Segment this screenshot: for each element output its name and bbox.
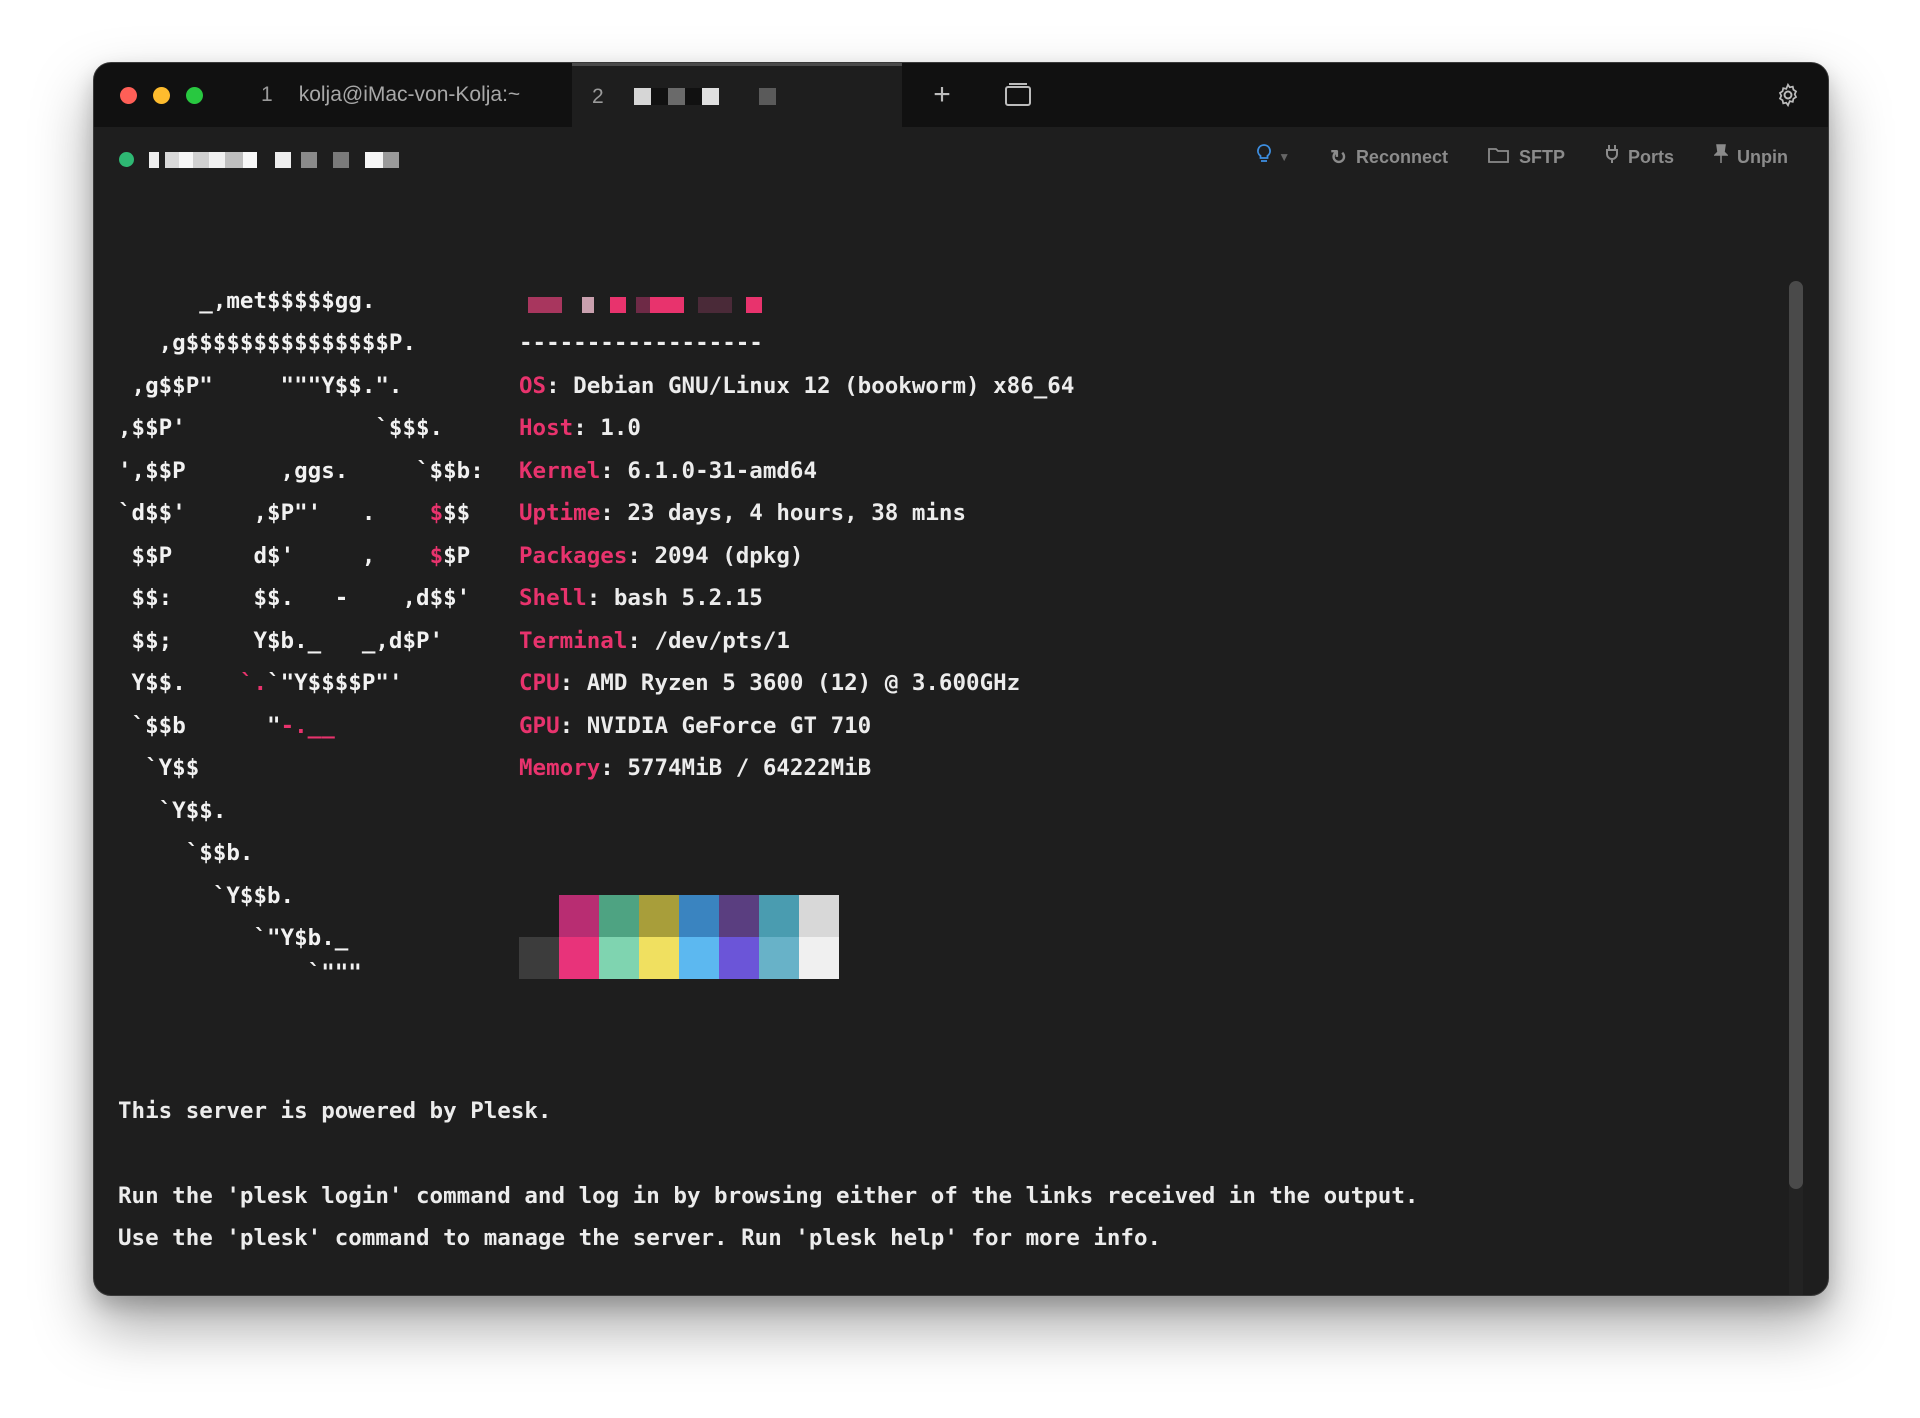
lightbulb-icon: [1256, 143, 1272, 171]
session-actions: ▼ ↻ Reconnect SFTP Ports Unpin: [1256, 127, 1788, 187]
info-uptime: Uptime: 23 days, 4 hours, 38 mins: [519, 500, 967, 526]
logo-line: ,$$P' `$$$.: [118, 415, 444, 441]
info-cpu: CPU: AMD Ryzen 5 3600 (12) @ 3.600GHz: [519, 670, 1021, 696]
info-memory: Memory: 5774MiB / 64222MiB: [519, 755, 872, 781]
palette-swatch: [759, 937, 799, 979]
palette-swatch: [759, 895, 799, 937]
logo-line: `Y$$b.: [118, 883, 295, 909]
palette-swatch: [559, 895, 599, 937]
logo-line: ,g$$P" """Y$$.".: [118, 373, 403, 399]
palette-swatch: [599, 895, 639, 937]
palette-swatch: [519, 937, 559, 979]
sftp-button[interactable]: SFTP: [1488, 146, 1565, 169]
title-bar: 1 kolja@iMac-von-Kolja:~ 2 +: [94, 63, 1828, 127]
logo-line: $$P d$' , $$P: [131, 543, 471, 569]
info-os: OS: Debian GNU/Linux 12 (bookworm) x86_6…: [519, 373, 1075, 399]
unpin-button[interactable]: Unpin: [1713, 144, 1788, 170]
logo-line: _,met$$$$$gg.: [118, 288, 376, 314]
motd-line: Use the 'plesk' command to manage the se…: [118, 1225, 1162, 1251]
palette-swatch: [679, 937, 719, 979]
palette-swatch: [639, 895, 679, 937]
reconnect-label: Reconnect: [1355, 146, 1448, 167]
palette-swatch: [799, 937, 839, 979]
suggestions-button[interactable]: ▼: [1256, 143, 1290, 171]
tab-number: 1: [261, 83, 273, 106]
close-window-button[interactable]: [120, 87, 137, 104]
scrollbar[interactable]: [1789, 281, 1803, 1295]
palette-row-normal: [519, 895, 839, 937]
scrollbar-thumb[interactable]: [1789, 281, 1803, 1189]
tab-label: kolja@iMac-von-Kolja:~: [298, 83, 521, 106]
plug-icon: [1605, 144, 1619, 170]
reconnect-button[interactable]: ↻ Reconnect: [1330, 145, 1448, 170]
ports-button[interactable]: Ports: [1605, 144, 1674, 170]
tab-label-redacted: [633, 88, 776, 105]
logo-line: `Y$$.: [118, 798, 227, 824]
info-separator: ------------------: [519, 330, 763, 356]
palette-row-bright: [519, 937, 839, 979]
logo-line: `Y$$: [118, 755, 200, 781]
terminal-window: 1 kolja@iMac-von-Kolja:~ 2 + ▼ ↻ Reconne…: [93, 62, 1829, 1296]
info-gpu: GPU: NVIDIA GeForce GT 710: [519, 713, 872, 739]
user-host-redacted: [528, 297, 762, 313]
zoom-window-button[interactable]: [186, 87, 203, 104]
palette-swatch: [559, 937, 599, 979]
logo-line: `$$b "-.__: [131, 713, 335, 739]
terminal-output[interactable]: _,met$$$$$gg. ,g$$$$$$$$$$$$$$$P. ,g$$P"…: [94, 187, 1828, 1295]
folder-icon: [1488, 146, 1510, 169]
sftp-label: SFTP: [1518, 146, 1565, 167]
ports-label: Ports: [1627, 146, 1674, 167]
logo-line: `""": [118, 960, 362, 986]
tab-number: 2: [592, 84, 604, 108]
info-kernel: Kernel: 6.1.0-31-amd64: [519, 458, 818, 484]
unpin-label: Unpin: [1737, 146, 1788, 167]
motd-line: Run the 'plesk login' command and log in…: [118, 1183, 1419, 1209]
logo-line: `$$b.: [118, 840, 254, 866]
hostname-redacted: [149, 152, 399, 168]
tab-2[interactable]: 2: [572, 63, 902, 127]
info-terminal: Terminal: /dev/pts/1: [519, 628, 790, 654]
chevron-down-icon: ▼: [1278, 150, 1291, 164]
logo-line: Y$$. `.`"Y$$$$P"': [131, 670, 403, 696]
logo-line: ,g$$$$$$$$$$$$$$$P.: [118, 330, 417, 356]
logo-line: `"Y$b._: [118, 925, 349, 951]
new-tab-icon[interactable]: +: [924, 77, 960, 113]
logo-line: $$; Y$b._ _,d$P': [118, 628, 444, 654]
info-host: Host: 1.0: [519, 415, 641, 441]
logo-line: $$: $$. - ,d$$': [131, 585, 471, 611]
reconnect-icon: ↻: [1330, 146, 1347, 169]
palette-swatch: [639, 937, 679, 979]
logo-line: ',$$P ,ggs. `$$b:: [118, 458, 484, 484]
palette-swatch: [519, 895, 559, 937]
logo-line: `d$$' ,$P"' . $$$: [118, 500, 471, 526]
palette-swatch: [719, 937, 759, 979]
tab-overview-icon[interactable]: [1000, 77, 1036, 113]
info-shell: Shell: bash 5.2.15: [519, 585, 763, 611]
motd-line: This server is powered by Plesk.: [118, 1098, 552, 1124]
palette-swatch: [679, 895, 719, 937]
palette-swatch: [719, 895, 759, 937]
palette-swatch: [799, 895, 839, 937]
session-toolbar: ▼ ↻ Reconnect SFTP Ports Unpin: [94, 127, 1828, 187]
color-palette: [519, 895, 839, 979]
gear-icon[interactable]: [1770, 77, 1806, 113]
palette-swatch: [599, 937, 639, 979]
connection-status-dot: [119, 152, 134, 167]
info-packages: Packages: 2094 (dpkg): [519, 543, 804, 569]
pin-icon: [1713, 144, 1729, 170]
minimize-window-button[interactable]: [153, 87, 170, 104]
